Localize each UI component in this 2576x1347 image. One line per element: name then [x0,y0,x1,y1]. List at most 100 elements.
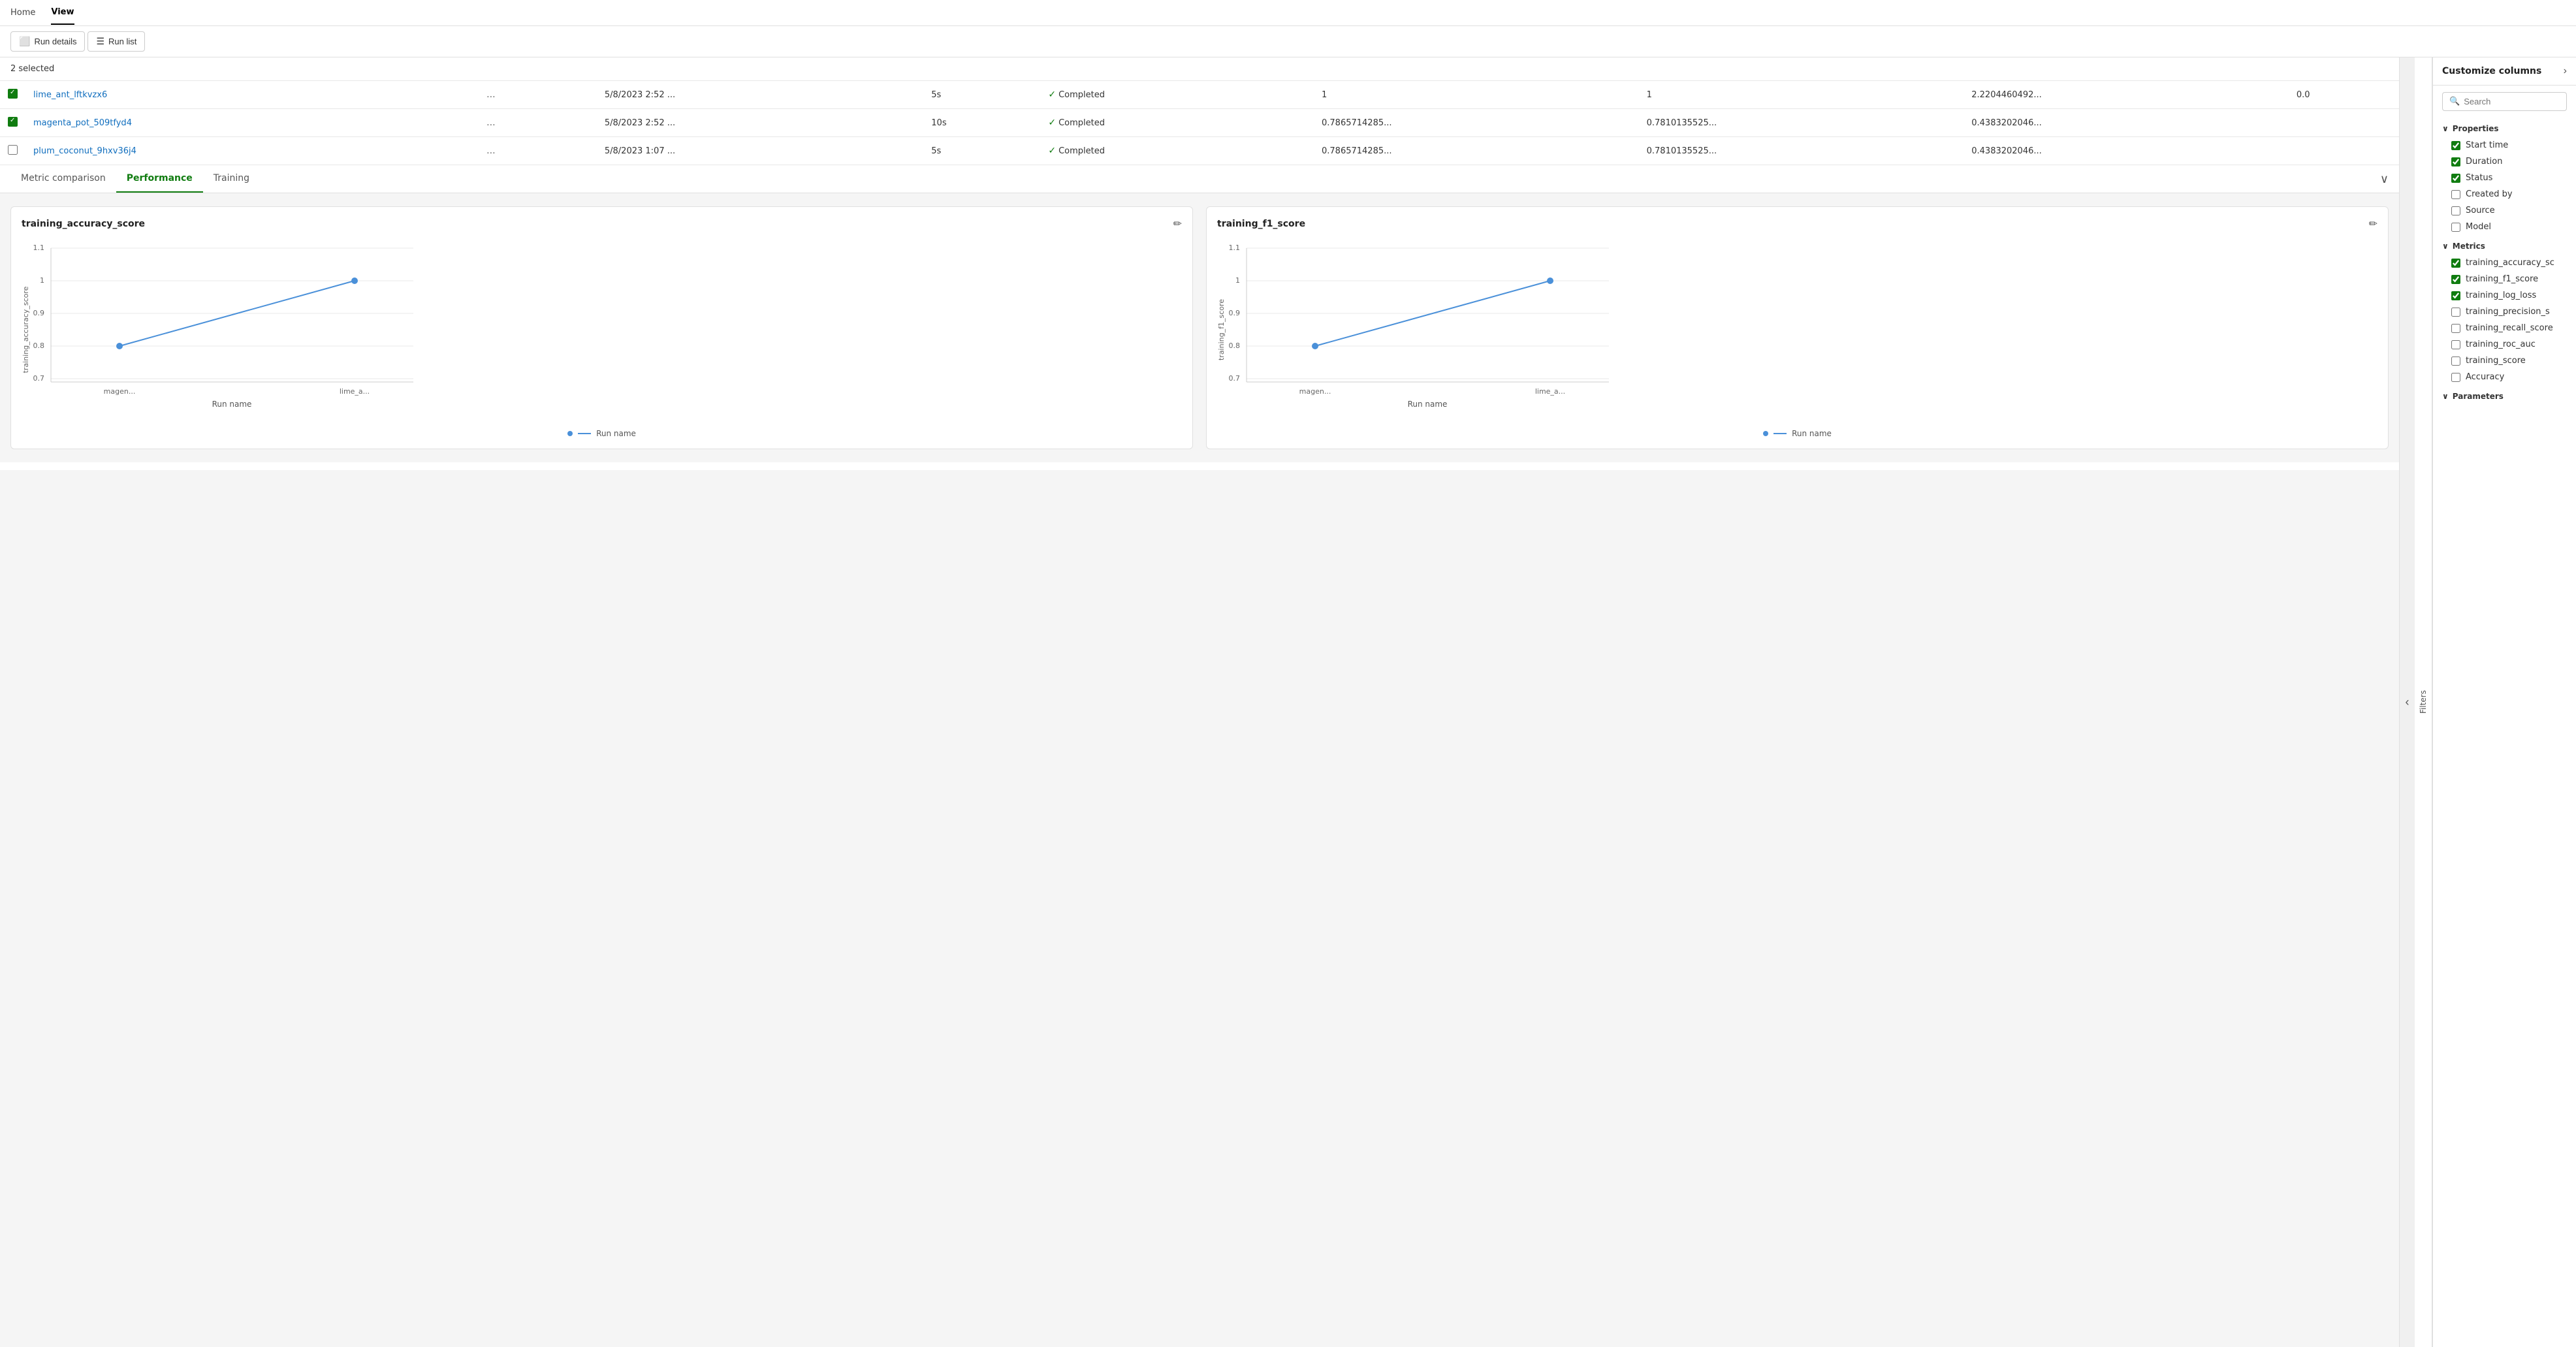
collapse-button[interactable]: ∨ [2380,172,2389,186]
property-item: Duration [2433,153,2576,170]
property-checkbox[interactable] [2451,190,2460,199]
row-ellipsis-button[interactable]: ... [483,144,499,158]
nav-home[interactable]: Home [10,1,35,24]
filters-tab[interactable]: Filters [2415,57,2432,1347]
nav-view[interactable]: View [51,1,74,25]
metric-checkbox[interactable] [2451,275,2460,284]
chart2-edit-button[interactable]: ✏ [2369,217,2377,230]
status-dot: ✓ [1048,89,1056,100]
row-checkbox-cell[interactable] [0,109,25,137]
row-date: 5/8/2023 2:52 ... [597,109,923,137]
tabs: Metric comparisonPerformanceTraining [10,165,260,193]
metric-checkbox[interactable] [2451,291,2460,300]
properties-section-header[interactable]: ∨ Properties [2433,118,2576,137]
metric-checkbox[interactable] [2451,308,2460,317]
checked-checkbox[interactable] [8,89,18,99]
metric-item: training_precision_s [2433,304,2576,320]
metric-item: training_score [2433,353,2576,369]
status-dot: ✓ [1048,146,1056,156]
property-checkbox[interactable] [2451,141,2460,150]
chart1-legend-dot [567,431,573,436]
metric-checkbox[interactable] [2451,340,2460,349]
metrics-label: Metrics [2453,242,2485,251]
right-panel-header: Customize columns › [2433,57,2576,86]
row-status: ✓Completed [1040,109,1314,137]
metric-checkbox[interactable] [2451,324,2460,333]
property-label: Start time [2466,140,2567,150]
property-label: Created by [2466,189,2567,199]
chart2-container: 1.1 1 0.9 0.8 0.7 training_f1_score [1217,238,2377,424]
row-col3: 0.4383202046... [1964,109,2289,137]
svg-text:0.8: 0.8 [33,341,45,350]
row-ellipsis-button[interactable]: ... [483,116,499,130]
properties-chevron: ∨ [2442,124,2449,133]
status-dot: ✓ [1048,118,1056,128]
metric-label: training_accuracy_sc [2466,258,2567,268]
svg-text:0.7: 0.7 [1229,374,1241,383]
row-col4 [2289,109,2399,137]
metric-checkbox[interactable] [2451,357,2460,366]
chart-card-accuracy: training_accuracy_score ✏ 1.1 1 0.9 0.8 … [10,206,1193,449]
run-details-button[interactable]: ⬜ Run details [10,31,85,52]
property-checkbox[interactable] [2451,174,2460,183]
panel-collapse-button[interactable]: ‹ [2406,695,2409,709]
metric-item: training_f1_score [2433,271,2576,287]
tab-training[interactable]: Training [203,165,260,193]
row-ellipsis-cell[interactable]: ... [475,137,597,165]
parameters-label: Parameters [2453,392,2504,401]
unchecked-checkbox[interactable] [8,145,18,155]
metric-checkbox[interactable] [2451,373,2460,382]
chart1-legend-line [578,433,591,434]
svg-text:training_f1_score: training_f1_score [1217,299,1226,360]
toolbar: ⬜ Run details ☰ Run list [0,26,2576,57]
svg-text:0.9: 0.9 [1229,309,1241,317]
run-list-button[interactable]: ☰ Run list [87,31,145,52]
chart1-svg: 1.1 1 0.9 0.8 0.7 training_accuracy_scor… [22,238,426,421]
metric-item: training_recall_score [2433,320,2576,336]
run-details-icon: ⬜ [19,36,30,47]
svg-text:Run name: Run name [1408,400,1448,409]
tab-metric-comparison[interactable]: Metric comparison [10,165,116,193]
chart2-legend: Run name [1217,429,2377,438]
row-duration: 5s [923,81,1040,109]
panel-divider[interactable]: ‹ [2399,57,2415,1347]
metric-item: training_accuracy_sc [2433,255,2576,271]
chart1-edit-button[interactable]: ✏ [1173,217,1182,230]
svg-text:training_accuracy_score: training_accuracy_score [22,286,30,373]
scroll-area[interactable] [0,462,2399,470]
row-col4 [2289,137,2399,165]
row-ellipsis-button[interactable]: ... [483,87,499,102]
chart1-legend-label: Run name [596,429,636,438]
properties-label: Properties [2453,124,2499,133]
metric-label: training_score [2466,356,2567,366]
property-label: Model [2466,222,2567,232]
metric-checkbox[interactable] [2451,259,2460,268]
metric-label: training_roc_auc [2466,340,2567,349]
row-checkbox-cell[interactable] [0,81,25,109]
metric-label: training_f1_score [2466,274,2567,284]
property-item: Start time [2433,137,2576,153]
row-ellipsis-cell[interactable]: ... [475,81,597,109]
property-checkbox[interactable] [2451,223,2460,232]
svg-text:lime_a...: lime_a... [1535,387,1565,396]
svg-text:magen...: magen... [1299,387,1331,396]
selected-count: 2 selected [0,57,2399,81]
parameters-section-header[interactable]: ∨ Parameters [2433,385,2576,405]
row-ellipsis-cell[interactable]: ... [475,109,597,137]
metrics-items: training_accuracy_sc training_f1_scoretra… [2433,255,2576,385]
checked-checkbox[interactable] [8,117,18,127]
tab-performance[interactable]: Performance [116,165,203,193]
parameters-chevron: ∨ [2442,392,2449,401]
panel-forward-button[interactable]: › [2564,65,2567,77]
row-checkbox-cell[interactable] [0,137,25,165]
metrics-section-header[interactable]: ∨ Metrics [2433,235,2576,255]
table-row: lime_ant_lftkvzx6 ... 5/8/2023 2:52 ... … [0,81,2399,109]
chart1-legend: Run name [22,429,1182,438]
property-checkbox[interactable] [2451,206,2460,215]
top-nav: Home View [0,0,2576,26]
property-item: Created by [2433,186,2576,202]
search-input[interactable] [2464,97,2560,106]
property-checkbox[interactable] [2451,157,2460,166]
row-col2: 0.7810135525... [1639,137,1964,165]
row-col3: 2.2204460492... [1964,81,2289,109]
